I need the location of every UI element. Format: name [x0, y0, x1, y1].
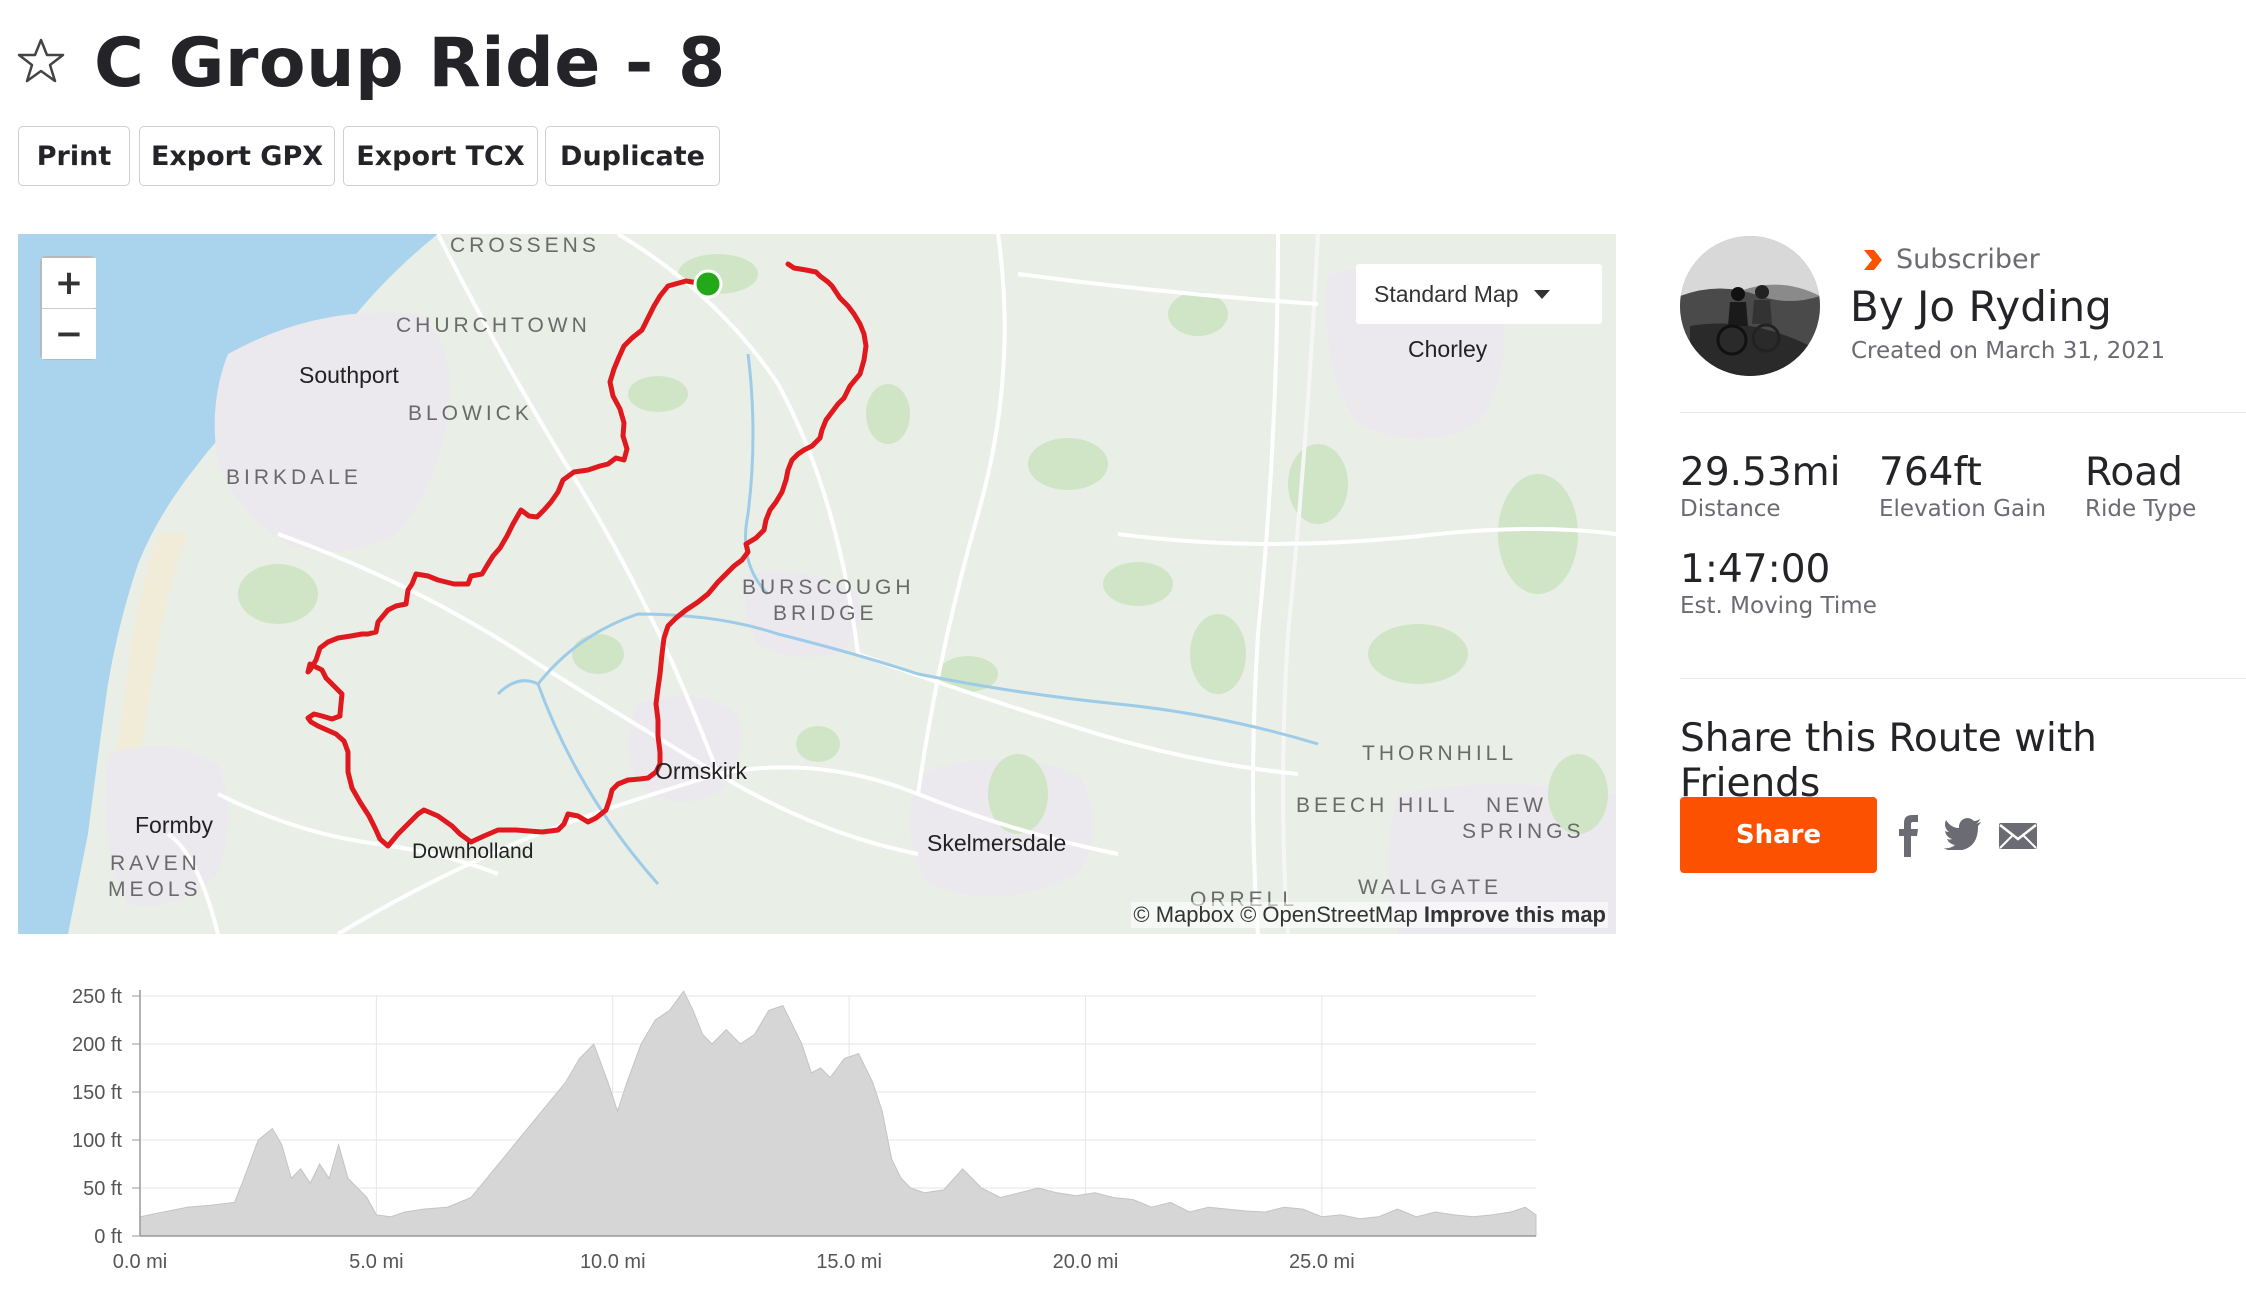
export-tcx-button[interactable]: Export TCX: [343, 126, 538, 186]
y-axis-labels: 0 ft 50 ft 100 ft 150 ft 200 ft 250 ft: [72, 986, 122, 1248]
share-button[interactable]: Share: [1680, 797, 1877, 873]
ride-type-label: Ride Type: [2085, 496, 2197, 522]
x-axis-labels: 0.0 mi 5.0 mi 10.0 mi 15.0 mi 20.0 mi 25.0 mi: [113, 1251, 1355, 1273]
route-map[interactable]: + − Standard Map CROSSENS CHURCHTOWN Sou…: [18, 234, 1616, 934]
x-tick-label: 15.0 mi: [816, 1251, 882, 1273]
x-tick-label: 25.0 mi: [1289, 1251, 1355, 1273]
place-label: BIRKDALE: [226, 466, 362, 489]
x-tick-label: 5.0 mi: [349, 1251, 403, 1273]
export-gpx-button[interactable]: Export GPX: [139, 126, 335, 186]
y-tick-label: 250 ft: [72, 986, 122, 1008]
place-label: Downholland: [412, 840, 534, 863]
attribution-text: © Mapbox © OpenStreetMap: [1133, 902, 1424, 927]
place-label: Chorley: [1408, 336, 1488, 362]
y-tick-label: 150 ft: [72, 1082, 122, 1104]
author-name[interactable]: By Jo Ryding: [1850, 282, 2112, 331]
twitter-icon[interactable]: [1944, 818, 1982, 850]
star-icon[interactable]: [16, 36, 66, 86]
place-label: Skelmersdale: [927, 830, 1067, 856]
place-label: BRIDGE: [773, 602, 878, 625]
place-label: Formby: [135, 812, 213, 838]
place-label: Ormskirk: [655, 758, 747, 784]
zoom-control: + −: [40, 256, 96, 360]
elevation-label: Elevation Gain: [1879, 496, 2047, 522]
distance-label: Distance: [1680, 496, 1781, 522]
start-marker: [693, 269, 723, 299]
y-tick-label: 50 ft: [83, 1178, 122, 1200]
x-tick-label: 0.0 mi: [113, 1251, 167, 1273]
y-tick-label: 200 ft: [72, 1034, 122, 1056]
place-label: NEW: [1486, 794, 1547, 817]
subscriber-label: Subscriber: [1896, 244, 2040, 275]
urban-southport: [214, 312, 450, 552]
zoom-in-button[interactable]: +: [42, 258, 96, 308]
improve-map-link[interactable]: Improve this map: [1424, 902, 1606, 927]
subscriber-icon: [1864, 249, 1882, 270]
elevation-value: 764ft: [1879, 450, 1982, 495]
avatar-image: [1680, 236, 1820, 376]
map-attribution: © Mapbox © OpenStreetMap Improve this ma…: [1131, 902, 1608, 928]
divider: [1680, 678, 2246, 679]
place-label: CROSSENS: [450, 234, 600, 257]
place-label: BEECH HILL: [1296, 794, 1459, 817]
page-title: C Group Ride - 8: [94, 24, 726, 103]
place-label: MEOLS: [108, 878, 202, 901]
moving-time-label: Est. Moving Time: [1680, 593, 1877, 619]
map-type-label: Standard Map: [1374, 280, 1519, 307]
duplicate-button[interactable]: Duplicate: [545, 126, 720, 186]
place-label: WALLGATE: [1358, 876, 1503, 899]
chevron-down-icon: [1534, 289, 1551, 299]
email-icon[interactable]: [1998, 822, 2038, 850]
elevation-chart[interactable]: 0 ft 50 ft 100 ft 150 ft 200 ft 250 ft 0.0 mi…: [0, 966, 1560, 1298]
distance-value: 29.53mi: [1680, 450, 1841, 495]
place-label: BURSCOUGH: [742, 576, 915, 599]
ride-type-value: Road: [2085, 450, 2183, 495]
facebook-icon[interactable]: [1896, 815, 1920, 857]
place-label: THORNHILL: [1362, 742, 1518, 765]
place-label: CHURCHTOWN: [396, 314, 591, 337]
place-label: RAVEN: [110, 852, 201, 875]
avatar[interactable]: [1680, 236, 1820, 376]
print-button[interactable]: Print: [18, 126, 130, 186]
zoom-out-button[interactable]: −: [42, 309, 96, 359]
created-date: Created on March 31, 2021: [1851, 338, 2166, 364]
share-heading: Share this Route with Friends: [1680, 716, 2097, 806]
elevation-area: [139, 990, 1537, 1237]
map-type-dropdown[interactable]: Standard Map: [1356, 264, 1602, 324]
y-tick-label: 0 ft: [94, 1226, 122, 1248]
subscriber-badge: Subscriber: [1860, 244, 2040, 275]
x-tick-label: 10.0 mi: [580, 1251, 646, 1273]
y-tick-label: 100 ft: [72, 1130, 122, 1152]
moving-time-value: 1:47:00: [1680, 547, 1831, 592]
divider: [1680, 412, 2246, 413]
place-label: BLOWICK: [408, 402, 533, 425]
x-tick-label: 20.0 mi: [1053, 1251, 1119, 1273]
place-label: SPRINGS: [1462, 820, 1585, 843]
place-label: Southport: [299, 362, 399, 388]
